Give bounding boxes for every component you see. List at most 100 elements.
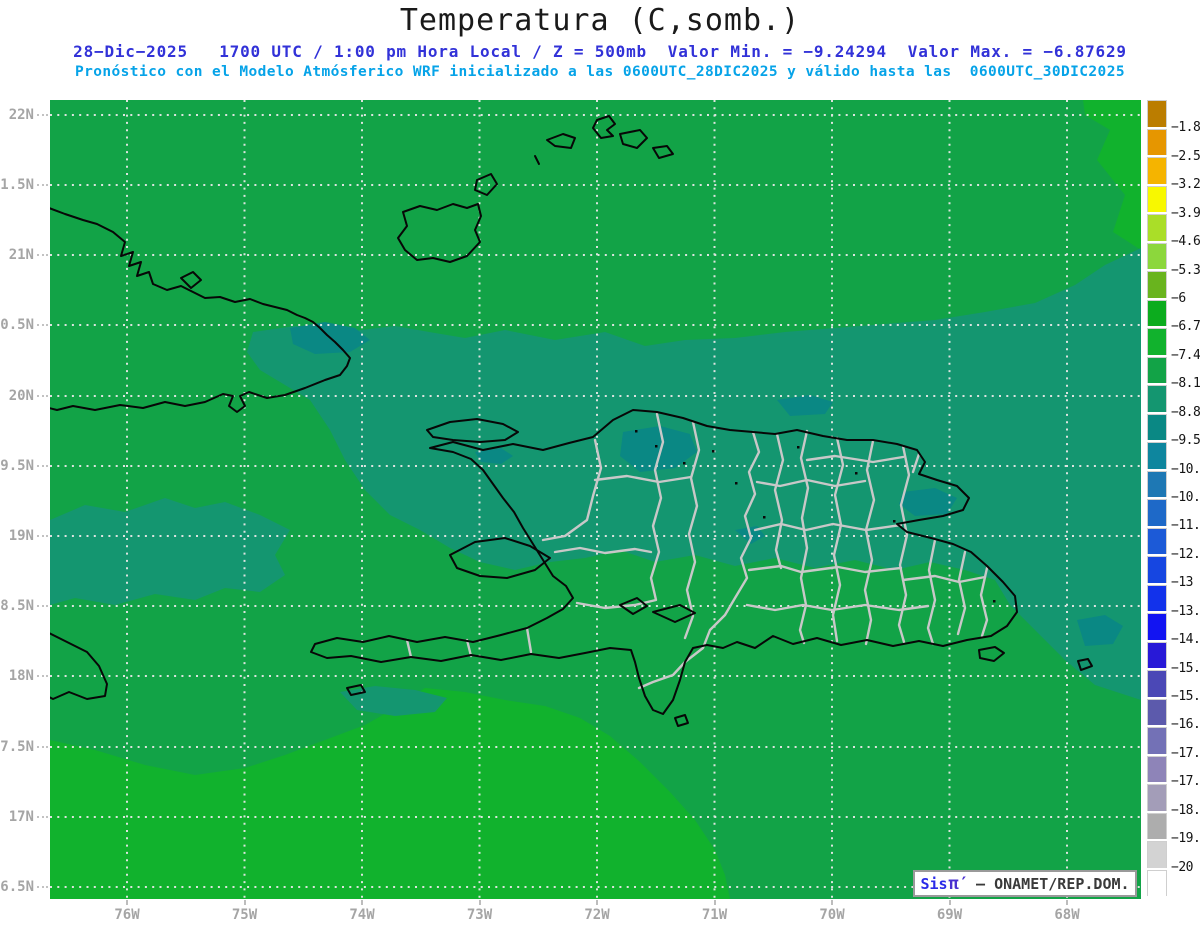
colorbar-segment xyxy=(1147,185,1167,212)
colorbar-segment xyxy=(1147,242,1167,269)
page-title: Temperatura (C,somb.) xyxy=(399,3,801,38)
jamaica-coast xyxy=(50,632,108,700)
caicos-islet xyxy=(652,145,674,159)
colorbar-segment xyxy=(1147,499,1167,526)
lat-tick-label: 17N xyxy=(8,809,34,825)
lake-enriquillo xyxy=(652,604,696,623)
colorbar-segment xyxy=(1147,157,1167,184)
lon-tick-label: 73W xyxy=(466,907,493,923)
lon-tick-label: 76W xyxy=(114,907,140,923)
branding-box: Sisπ′ – ONAMET/REP.DOM. xyxy=(913,870,1137,897)
lat-tick-dots xyxy=(37,184,48,186)
lon-tick-label: 68W xyxy=(1054,907,1080,923)
colorbar-segment xyxy=(1147,385,1167,412)
lat-tick-label: 9.5N xyxy=(0,458,34,474)
lat-tick-dots xyxy=(37,816,48,818)
agency-label: – ONAMET/REP.DOM. xyxy=(976,874,1130,893)
caicos-islet xyxy=(619,129,648,149)
lat-tick-label: 21N xyxy=(8,247,34,263)
lon-tick-mark xyxy=(1066,900,1068,905)
lat-tick-dots xyxy=(37,114,48,116)
caicos-islet xyxy=(592,115,616,139)
colorbar-tick-label: −17.9 xyxy=(1171,774,1200,790)
colorbar-tick-label: −18.6 xyxy=(1171,802,1200,818)
little-inagua-coast xyxy=(474,173,498,196)
colorbar-tick-label: −15.1 xyxy=(1171,660,1200,676)
colorbar-segment xyxy=(1147,527,1167,554)
lon-tick-label: 72W xyxy=(584,907,610,923)
caicos-islet xyxy=(534,155,540,165)
colorbar-tick-label: −8.8 xyxy=(1171,404,1200,420)
lon-tick-mark xyxy=(243,900,246,905)
beata-islet xyxy=(674,714,689,727)
cuba-islet xyxy=(180,271,202,289)
colorbar-segment xyxy=(1147,869,1167,896)
lon-tick-mark xyxy=(948,900,951,905)
colorbar-segment xyxy=(1147,670,1167,697)
lon-tick-label: 70W xyxy=(819,907,845,923)
colorbar-segment xyxy=(1147,613,1167,640)
colorbar-segment xyxy=(1147,698,1167,725)
great-inagua-coast xyxy=(397,203,482,263)
colorbar-tick-label: −8.1 xyxy=(1171,376,1200,392)
colorbar-tick-label: −2.5 xyxy=(1171,148,1200,164)
lat-tick-label: 19N xyxy=(8,528,34,544)
colorbar-tick-label: −6.7 xyxy=(1171,319,1200,335)
colorbar-segment xyxy=(1147,413,1167,440)
weather-map-screenshot: Temperatura (C,somb.) 28−Dic−2025 1700 U… xyxy=(0,0,1200,927)
colorbar-segment xyxy=(1147,328,1167,355)
lon-tick-label: 69W xyxy=(936,907,963,923)
colorbar-tick-label: −19.3 xyxy=(1171,831,1200,847)
colorbar-tick-label: −5.3 xyxy=(1171,262,1200,278)
lat-tick-label: 7.5N xyxy=(0,739,34,755)
lat-tick-label: 6.5N xyxy=(0,879,34,895)
lat-tick-dots xyxy=(37,465,48,467)
colorbar-tick-label: −16.5 xyxy=(1171,717,1200,733)
temperature-field xyxy=(50,100,1141,899)
sispi-logo-text: Sis xyxy=(920,874,948,893)
lat-tick-dots xyxy=(37,675,48,677)
pi-symbol: π′ xyxy=(948,873,970,894)
colorbar-segment xyxy=(1147,128,1167,155)
colorbar-tick-label: −15.8 xyxy=(1171,689,1200,704)
lat-tick-dots xyxy=(37,254,48,256)
lat-tick-dots xyxy=(37,395,48,397)
colorbar-segment xyxy=(1147,299,1167,326)
lat-tick-label: 18N xyxy=(8,668,34,684)
colorbar-tick-label: −6 xyxy=(1171,291,1186,306)
lon-tick-mark xyxy=(478,900,481,905)
colorbar-tick-label: −20 xyxy=(1171,859,1193,875)
colorbar-segment xyxy=(1147,641,1167,668)
colorbar-segment xyxy=(1147,727,1167,754)
colorbar-segment xyxy=(1147,556,1167,583)
lon-tick-label: 74W xyxy=(349,907,375,923)
colorbar-segment xyxy=(1147,755,1167,782)
lon-tick-mark xyxy=(831,900,833,905)
colorbar-tick-label: −14.4 xyxy=(1171,632,1200,648)
colorbar-tick-label: −12.3 xyxy=(1171,546,1200,562)
lon-tick-mark xyxy=(713,900,716,905)
colorbar-segment xyxy=(1147,271,1167,298)
model-info-line: Pronóstico con el Modelo Atmósferico WRF… xyxy=(75,64,1125,80)
colorbar-tick-label: −10.2 xyxy=(1171,461,1200,477)
colorbar-segment xyxy=(1147,784,1167,811)
lat-tick-label: 0.5N xyxy=(0,317,34,333)
lat-tick-label: 8.5N xyxy=(0,598,34,614)
colorbar-tick-label: −3.2 xyxy=(1171,177,1200,193)
lon-tick-label: 75W xyxy=(231,907,258,923)
colorbar-segment xyxy=(1147,812,1167,839)
colorbar-tick-label: −4.6 xyxy=(1171,234,1200,250)
colorbar-tick-label: −10.9 xyxy=(1171,490,1200,505)
lon-tick-mark xyxy=(596,900,598,905)
map-svg xyxy=(50,100,1141,899)
colorbar-tick-label: −1.8 xyxy=(1171,120,1200,136)
lon-tick-mark xyxy=(126,900,128,905)
colorbar-segment xyxy=(1147,214,1167,241)
colorbar-segment xyxy=(1147,100,1167,127)
colorbar-segment xyxy=(1147,584,1167,611)
colorbar-tick-label: −3.9 xyxy=(1171,205,1200,221)
lat-tick-label: 1.5N xyxy=(0,177,34,193)
lat-tick-label: 20N xyxy=(8,388,34,404)
saona-coast xyxy=(978,646,1005,662)
lat-tick-label: 22N xyxy=(8,107,34,123)
